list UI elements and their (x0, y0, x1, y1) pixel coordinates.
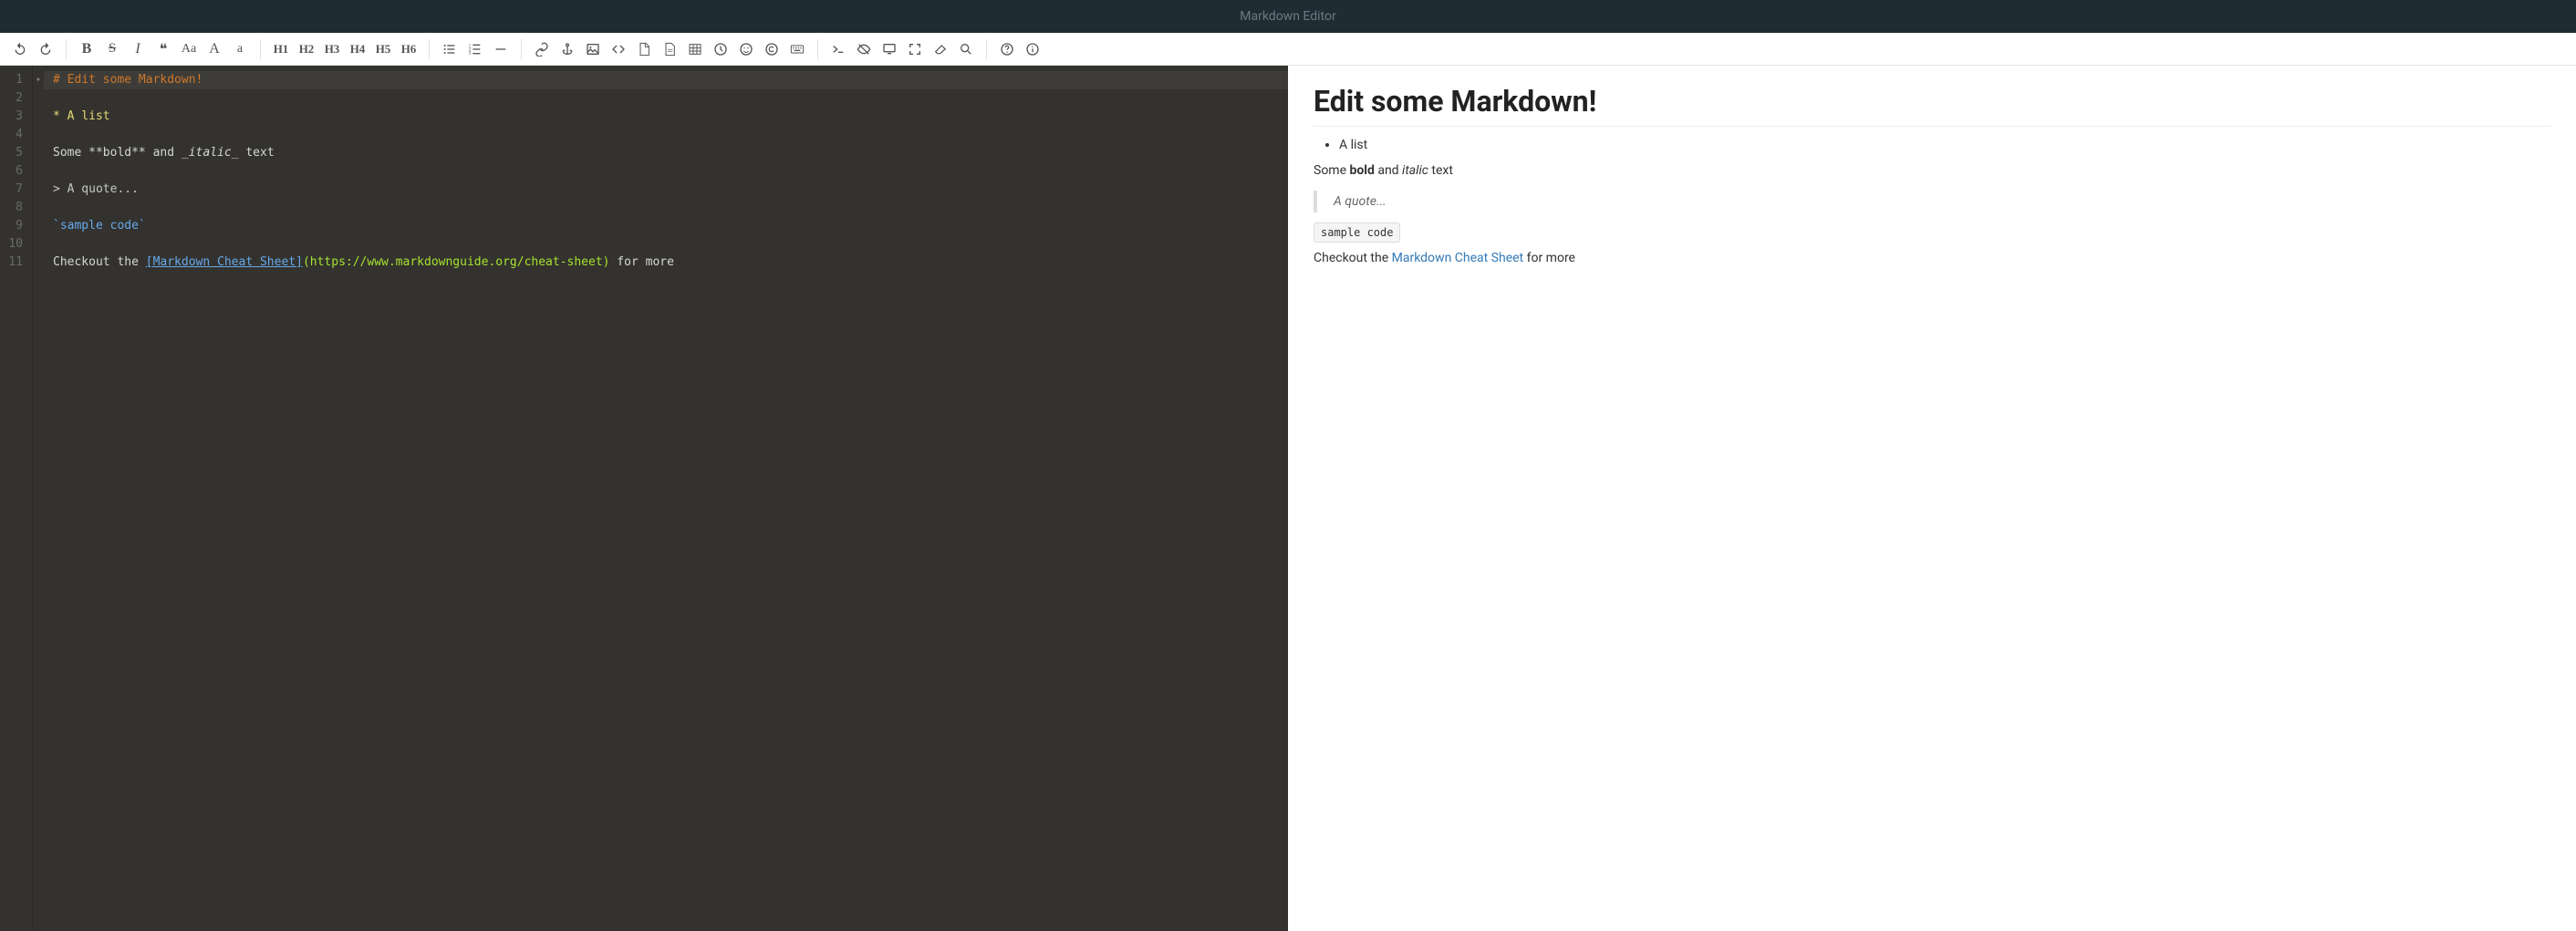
line-number: 7 (5, 181, 23, 199)
code-line[interactable]: # Edit some Markdown! (44, 71, 1288, 89)
fold-column: ▾ (33, 66, 44, 931)
line-number: 2 (5, 89, 23, 108)
device-preview-button[interactable] (877, 36, 902, 62)
code-line[interactable]: Some **bold** and _italic_ text (53, 144, 1279, 162)
list-item: A list (1339, 138, 2550, 152)
inline-code: sample code (1314, 222, 1400, 243)
fold-marker (33, 235, 44, 253)
italic-text: italic (1402, 163, 1428, 178)
line-gutter: 1234567891011 (0, 66, 33, 931)
line-number: 1 (5, 71, 23, 89)
code-line[interactable]: * A list (53, 108, 1279, 126)
code-line[interactable] (53, 126, 1279, 144)
clear-button[interactable] (928, 36, 953, 62)
horizontal-rule-button[interactable] (488, 36, 514, 62)
link-button[interactable] (529, 36, 555, 62)
line-number: 11 (5, 253, 23, 272)
fold-marker (33, 199, 44, 217)
code-line[interactable] (53, 199, 1279, 217)
help-button[interactable] (994, 36, 1020, 62)
h4-button[interactable]: H4 (345, 36, 370, 62)
fold-marker (33, 126, 44, 144)
line-number: 9 (5, 217, 23, 235)
bold-button[interactable]: B (74, 36, 99, 62)
separator (260, 39, 261, 59)
h3-button[interactable]: H3 (319, 36, 345, 62)
separator (429, 39, 430, 59)
fold-marker (33, 162, 44, 181)
h2-button[interactable]: H2 (294, 36, 319, 62)
emoji-button[interactable] (733, 36, 759, 62)
separator (521, 39, 522, 59)
info-button[interactable] (1020, 36, 1045, 62)
toolbar: B S I ❝ Aa A a H1 H2 H3 H4 H5 H6 123 (0, 33, 2576, 66)
code-area[interactable]: # Edit some Markdown! * A list Some **bold… (44, 66, 1288, 931)
keyboard-button[interactable] (784, 36, 810, 62)
preview-blockquote: A quote... (1314, 191, 2550, 212)
ordered-list-button[interactable]: 123 (462, 36, 488, 62)
preview-list: A list (1339, 138, 2550, 152)
preview-paragraph: Some bold and italic text (1314, 163, 2550, 178)
line-number: 6 (5, 162, 23, 181)
code-line[interactable]: Checkout the [Markdown Cheat Sheet](http… (53, 253, 1279, 272)
fold-marker (33, 253, 44, 272)
fold-marker (33, 108, 44, 126)
fold-marker[interactable]: ▾ (33, 71, 44, 89)
preview-code-paragraph: sample code (1314, 225, 2550, 240)
terminal-button[interactable] (826, 36, 851, 62)
app-title: Markdown Editor (1240, 9, 1335, 24)
code-line[interactable] (53, 89, 1279, 108)
separator (66, 39, 67, 59)
line-number: 3 (5, 108, 23, 126)
titlebar: Markdown Editor (0, 0, 2576, 33)
redo-button[interactable] (33, 36, 58, 62)
h1-button[interactable]: H1 (268, 36, 294, 62)
code-line[interactable] (53, 235, 1279, 253)
pdf-button[interactable] (631, 36, 657, 62)
h5-button[interactable]: H5 (370, 36, 396, 62)
fold-marker (33, 217, 44, 235)
code-button[interactable] (606, 36, 631, 62)
fullscreen-button[interactable] (902, 36, 928, 62)
search-button[interactable] (953, 36, 979, 62)
table-button[interactable] (682, 36, 708, 62)
separator (817, 39, 818, 59)
separator (986, 39, 987, 59)
code-line[interactable]: > A quote... (53, 181, 1279, 199)
bold-text: bold (1349, 163, 1374, 178)
preview-link[interactable]: Markdown Cheat Sheet (1392, 251, 1524, 265)
case-mixed-button[interactable]: Aa (176, 36, 202, 62)
preview-heading: Edit some Markdown! (1314, 84, 2550, 127)
editor-pane[interactable]: 1234567891011 ▾ # Edit some Markdown! * A… (0, 66, 1288, 931)
doc-button[interactable] (657, 36, 682, 62)
image-button[interactable] (580, 36, 606, 62)
copyright-button[interactable] (759, 36, 784, 62)
undo-button[interactable] (7, 36, 33, 62)
line-number: 10 (5, 235, 23, 253)
preview-paragraph: Checkout the Markdown Cheat Sheet for mo… (1314, 251, 2550, 265)
anchor-button[interactable] (555, 36, 580, 62)
code-line[interactable] (53, 162, 1279, 181)
italic-button[interactable]: I (125, 36, 151, 62)
fold-marker (33, 144, 44, 162)
main-split: 1234567891011 ▾ # Edit some Markdown! * A… (0, 66, 2576, 931)
fold-marker (33, 89, 44, 108)
line-number: 5 (5, 144, 23, 162)
line-number: 8 (5, 199, 23, 217)
code-line[interactable]: `sample code` (53, 217, 1279, 235)
unordered-list-button[interactable] (437, 36, 462, 62)
datetime-button[interactable] (708, 36, 733, 62)
fold-marker (33, 181, 44, 199)
preview-toggle-button[interactable] (851, 36, 877, 62)
strikethrough-button[interactable]: S (99, 36, 125, 62)
svg-text:3: 3 (469, 50, 472, 56)
case-upper-button[interactable]: A (202, 36, 227, 62)
h6-button[interactable]: H6 (396, 36, 421, 62)
preview-pane: Edit some Markdown! A list Some bold and… (1288, 66, 2576, 931)
case-lower-button[interactable]: a (227, 36, 253, 62)
blockquote-button[interactable]: ❝ (151, 36, 176, 62)
line-number: 4 (5, 126, 23, 144)
